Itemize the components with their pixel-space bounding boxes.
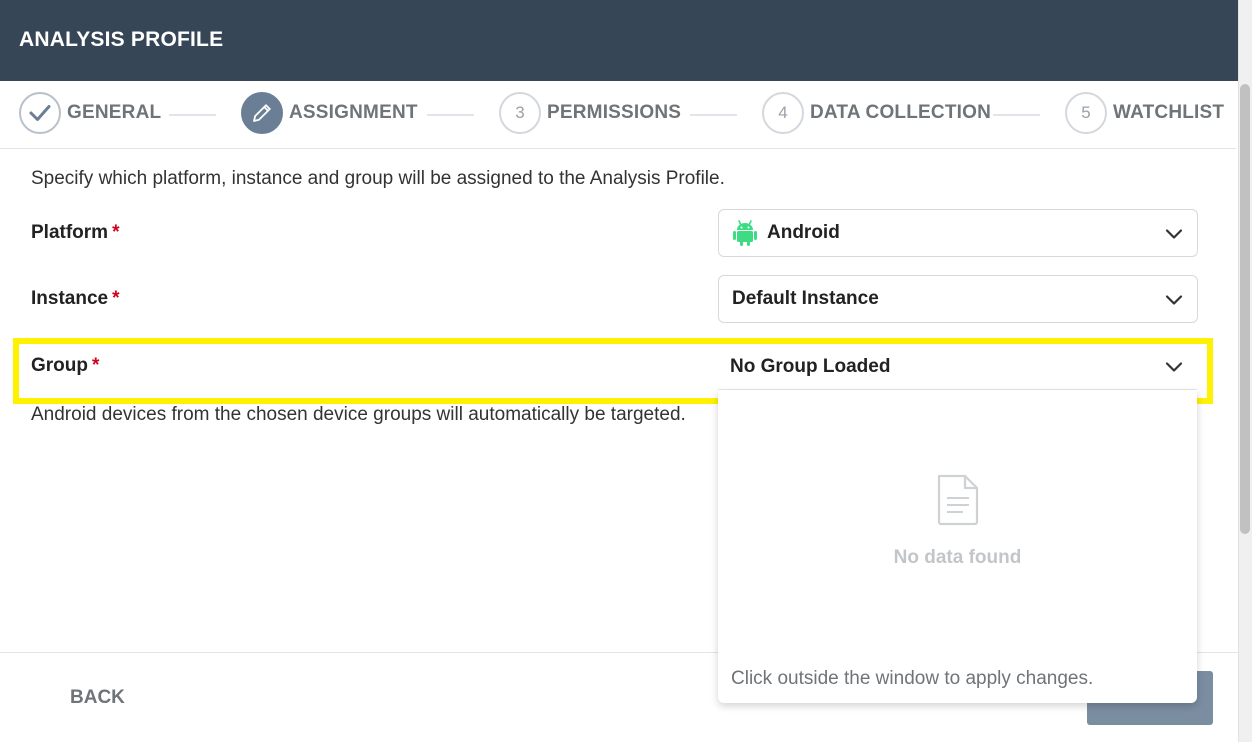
group-label-text: Group: [31, 355, 88, 376]
required-marker: *: [112, 222, 120, 243]
required-marker: *: [92, 355, 100, 376]
step-label: DATA COLLECTION: [810, 102, 992, 123]
group-hint-text: Android devices from the chosen device g…: [31, 404, 686, 425]
step-permissions[interactable]: 3 PERMISSIONS: [499, 92, 681, 134]
step-label: GENERAL: [67, 102, 162, 123]
dialog-header: ANALYSIS PROFILE: [0, 0, 1252, 81]
platform-value: Android: [767, 222, 840, 243]
document-icon: [937, 474, 979, 526]
platform-label-text: Platform: [31, 222, 109, 243]
step-connector: [427, 114, 474, 116]
group-label: Group *: [31, 355, 99, 377]
required-marker: *: [112, 288, 120, 309]
instructions-text: Specify which platform, instance and gro…: [31, 168, 725, 189]
step-data-collection[interactable]: 4 DATA COLLECTION: [762, 92, 991, 134]
pencil-icon: [241, 92, 283, 134]
apply-changes-note: Click outside the window to apply change…: [731, 668, 1094, 689]
instance-label: Instance *: [31, 288, 120, 310]
empty-state-text: No data found: [893, 547, 1022, 568]
step-watchlist[interactable]: 5 WATCHLIST: [1065, 92, 1224, 134]
instance-label-text: Instance: [31, 288, 109, 309]
scrollbar-thumb[interactable]: [1240, 84, 1250, 534]
group-select[interactable]: No Group Loaded: [718, 344, 1197, 390]
android-icon: [733, 220, 757, 246]
step-label: PERMISSIONS: [547, 102, 682, 123]
check-icon: [19, 92, 61, 134]
step-connector: [993, 114, 1040, 116]
platform-select[interactable]: Android: [718, 209, 1198, 257]
step-connector: [690, 114, 737, 116]
platform-label: Platform *: [31, 222, 119, 244]
wizard-stepper: GENERAL ASSIGNMENT 3 PERMISSIONS 4 DATA …: [0, 81, 1236, 149]
chevron-down-icon: [1165, 362, 1183, 372]
instance-select[interactable]: Default Instance: [718, 275, 1198, 323]
instance-value: Default Instance: [732, 288, 879, 309]
step-general[interactable]: GENERAL: [19, 92, 161, 134]
step-assignment[interactable]: ASSIGNMENT: [241, 92, 418, 134]
step-number: 4: [762, 92, 804, 134]
step-number: 5: [1065, 92, 1107, 134]
vertical-scrollbar[interactable]: [1238, 0, 1252, 742]
step-connector: [169, 114, 216, 116]
chevron-down-icon: [1165, 229, 1183, 239]
step-number: 3: [499, 92, 541, 134]
step-label: ASSIGNMENT: [289, 102, 418, 123]
group-dropdown-panel[interactable]: No data found Click outside the window t…: [718, 390, 1197, 703]
back-button[interactable]: BACK: [70, 687, 125, 709]
group-value: No Group Loaded: [730, 355, 891, 377]
step-label: WATCHLIST: [1113, 102, 1225, 123]
dialog-title: ANALYSIS PROFILE: [19, 28, 224, 51]
chevron-down-icon: [1165, 295, 1183, 305]
